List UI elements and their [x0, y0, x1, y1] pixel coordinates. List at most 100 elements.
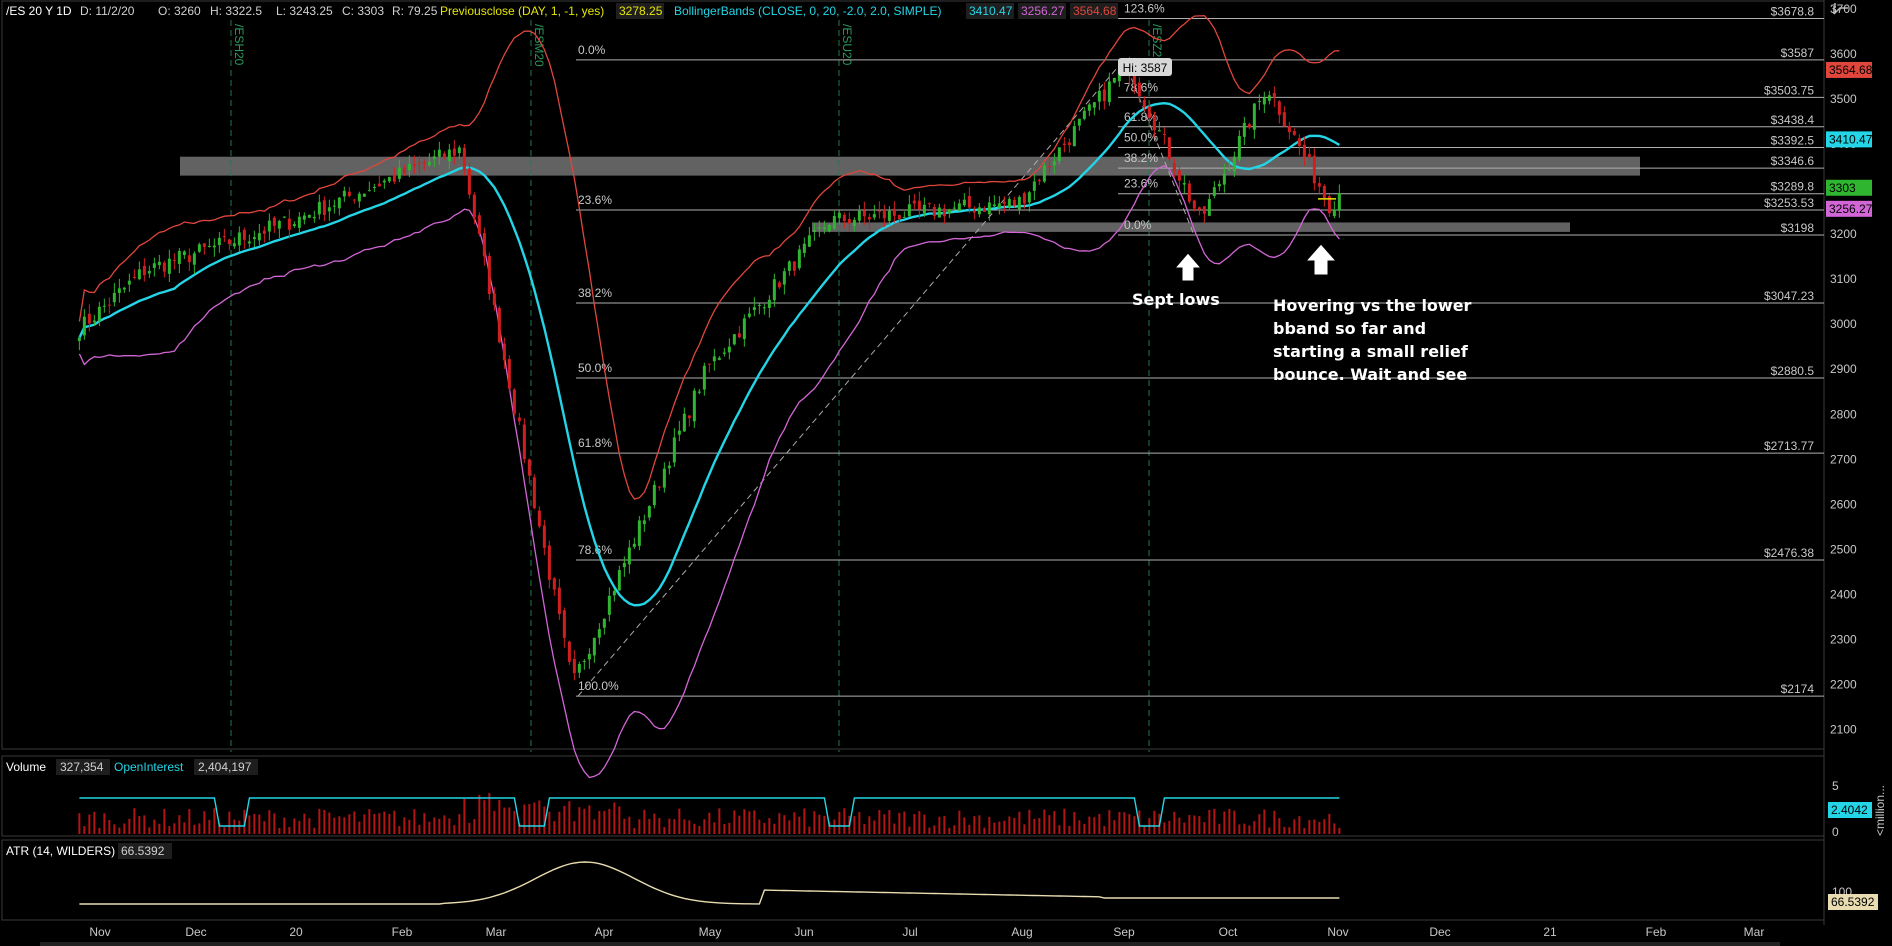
level-label-6: $3289.8	[1771, 180, 1815, 194]
chart-canvas[interactable]: /ESH20/ESM20/ESU20/ESZ20 $3678.8$3587$35…	[0, 0, 1892, 946]
candle-body	[497, 307, 501, 343]
candle-body	[1272, 92, 1276, 98]
candle-body	[867, 216, 871, 220]
candle-body	[187, 255, 191, 263]
ohlc-date: D: 11/2/20	[80, 4, 135, 18]
candle-body	[512, 389, 516, 414]
candle-body	[1012, 199, 1016, 206]
volume-bar	[748, 811, 751, 834]
level-label-1: $3587	[1781, 46, 1815, 60]
level-label-11: $2713.77	[1764, 439, 1814, 453]
atr-panel-frame	[1, 839, 1825, 921]
candle-body	[467, 168, 471, 195]
candle-body	[1292, 130, 1296, 135]
volume-bar	[1328, 813, 1331, 834]
volume-scale-top: 5	[1832, 779, 1839, 793]
volume-bar	[178, 815, 181, 834]
candle-body	[987, 202, 991, 215]
level-label-3: $3438.4	[1771, 113, 1815, 127]
volume-bar	[143, 815, 146, 834]
volume-bar	[918, 811, 921, 834]
volume-bar	[768, 818, 771, 834]
candle-body	[782, 271, 786, 285]
volume-bar	[998, 821, 1001, 834]
volume-bar	[393, 810, 396, 834]
candle-body	[217, 237, 221, 246]
x-tick-16: Mar	[1744, 925, 1765, 939]
candle-body	[1067, 142, 1071, 146]
candle-body	[157, 261, 161, 266]
candle-body	[382, 180, 386, 183]
candle-body	[1002, 201, 1006, 204]
y-tick-6: 3100	[1830, 272, 1857, 286]
volume-bar	[478, 794, 481, 834]
level-label-0: $3678.8	[1771, 5, 1815, 19]
symbol[interactable]: /ES 20 Y 1D	[6, 4, 72, 18]
candle-body	[882, 211, 886, 219]
volume-bar	[283, 817, 286, 834]
price-badges: 3564.68 3410.47 3303 3256.27	[1826, 61, 1873, 217]
level-label-4: $3392.5	[1771, 133, 1815, 147]
volume-bar	[698, 825, 701, 834]
atr-value: 66.5392	[121, 844, 165, 858]
candle-body	[212, 245, 216, 248]
candle-body	[287, 218, 291, 230]
candle-body	[727, 346, 731, 353]
candle-body	[517, 417, 521, 422]
candle-body	[247, 241, 251, 244]
volume-bar	[1293, 819, 1296, 834]
candle-body	[577, 663, 581, 673]
volume-bar	[278, 827, 281, 834]
x-tick-6: May	[699, 925, 722, 939]
candle-body	[992, 204, 996, 207]
volume-bar	[1123, 812, 1126, 834]
candle-body	[592, 637, 596, 656]
candle-body	[432, 156, 436, 160]
volume-bar	[668, 818, 671, 834]
candle-body	[1042, 165, 1046, 182]
ohlc-high: H: 3322.5	[210, 4, 262, 18]
candle-body	[982, 208, 986, 212]
volume-bar	[1258, 814, 1261, 834]
candle-body	[1222, 173, 1226, 185]
candle-body	[1202, 206, 1206, 214]
volume-bar	[513, 810, 516, 834]
volume-bar	[913, 814, 916, 834]
candle-body	[947, 209, 951, 214]
price-panel[interactable]	[0, 0, 1826, 752]
volume-bar	[1163, 822, 1166, 834]
candle-body	[362, 193, 366, 197]
candle-body	[137, 269, 141, 280]
volume-bar	[328, 812, 331, 834]
candle-body	[762, 307, 766, 309]
volume-bar	[413, 809, 416, 834]
candle-body	[817, 227, 821, 229]
candle-body	[1047, 166, 1051, 168]
volume-bar	[1298, 816, 1301, 834]
badge-text-lower: 3256.27	[1829, 202, 1873, 216]
volume-bar	[1048, 815, 1051, 834]
y-tick-2: 3500	[1830, 92, 1857, 106]
high-marker: Hi: 3587	[1118, 58, 1172, 76]
candle-body	[1142, 99, 1146, 107]
ohlc-low: L: 3243.25	[276, 4, 333, 18]
volume-bar	[573, 821, 576, 834]
volume-bar	[258, 814, 261, 834]
volume-bar	[303, 813, 306, 834]
volume-bar	[423, 813, 426, 834]
volume-bar	[158, 823, 161, 834]
time-scrollbar[interactable]	[40, 942, 1780, 946]
candle-body	[657, 486, 661, 488]
volume-bar	[723, 823, 726, 834]
candle-body	[87, 313, 91, 324]
candle-body	[412, 163, 416, 166]
volume-bar	[1043, 809, 1046, 834]
note-line-2: bband so far and	[1273, 319, 1426, 338]
candle-body	[822, 227, 826, 230]
candle-body	[887, 210, 891, 221]
volume-bar	[118, 827, 121, 834]
volume-bar	[1083, 823, 1086, 834]
volume-bar	[358, 821, 361, 834]
volume-bar	[1218, 823, 1221, 834]
y-tick-16: 2100	[1830, 722, 1857, 736]
